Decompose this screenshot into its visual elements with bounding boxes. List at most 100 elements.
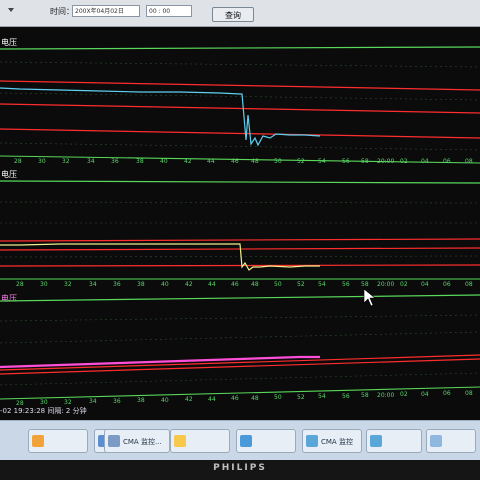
svg-text:40: 40 bbox=[161, 397, 169, 404]
svg-text:42: 42 bbox=[184, 158, 192, 165]
network-icon bbox=[370, 435, 382, 447]
chart-panel-1: 电压 28 30 32 34 36 38 40 42 44 46 48 50 5… bbox=[0, 37, 480, 165]
panel-2-red-limit-1 bbox=[0, 238, 480, 242]
date-field[interactable]: 200X年04月02日 bbox=[72, 5, 140, 17]
panel-1-red-limit-3 bbox=[0, 128, 480, 139]
svg-text:42: 42 bbox=[185, 396, 193, 403]
taskbar-app-3[interactable]: CMA 监控... bbox=[104, 429, 170, 453]
svg-text:44: 44 bbox=[208, 281, 216, 288]
svg-text:08: 08 bbox=[465, 281, 473, 288]
svg-text:20:00: 20:00 bbox=[377, 392, 394, 399]
svg-text:40: 40 bbox=[161, 281, 169, 288]
svg-text:52: 52 bbox=[297, 281, 305, 288]
time-label: 时间： bbox=[50, 7, 74, 16]
svg-text:48: 48 bbox=[251, 158, 259, 165]
panel-1-voltage-series bbox=[0, 87, 321, 147]
svg-text:34: 34 bbox=[89, 281, 97, 288]
svg-text:20:00: 20:00 bbox=[377, 158, 394, 165]
panel-3-red-limit-1 bbox=[0, 354, 480, 371]
chart-icon bbox=[108, 435, 120, 447]
folder-icon bbox=[430, 435, 442, 447]
taskbar-app-1[interactable] bbox=[28, 429, 88, 453]
panel-2-red-limit-3 bbox=[0, 264, 480, 267]
panel-3-lower-green-line bbox=[0, 386, 480, 400]
query-button[interactable]: 查询 bbox=[212, 7, 254, 22]
panel-1-red-limit-1 bbox=[0, 80, 480, 91]
svg-text:50: 50 bbox=[274, 281, 282, 288]
svg-text:32: 32 bbox=[62, 158, 70, 165]
panel-1-lower-green-line bbox=[0, 155, 480, 164]
svg-text:40: 40 bbox=[160, 158, 168, 165]
taskbar-app-4[interactable] bbox=[170, 429, 230, 453]
svg-text:50: 50 bbox=[274, 158, 282, 165]
window-icon bbox=[240, 435, 252, 447]
svg-text:08: 08 bbox=[465, 158, 473, 165]
svg-text:04: 04 bbox=[421, 281, 429, 288]
panel-3-red-limit-2 bbox=[0, 358, 480, 375]
panel-2-title: 电压 bbox=[1, 169, 17, 179]
svg-text:04: 04 bbox=[421, 158, 429, 165]
svg-text:56: 56 bbox=[342, 158, 350, 165]
svg-text:20:00: 20:00 bbox=[377, 281, 394, 288]
taskbar-app-5[interactable] bbox=[236, 429, 296, 453]
photo-icon bbox=[174, 435, 186, 447]
svg-text:44: 44 bbox=[208, 396, 216, 403]
status-bar: -02 19:23:28 间隔: 2 分钟 bbox=[0, 407, 87, 415]
svg-text:02: 02 bbox=[400, 281, 408, 288]
network-icon bbox=[306, 435, 318, 447]
svg-text:46: 46 bbox=[231, 158, 239, 165]
svg-text:54: 54 bbox=[318, 281, 326, 288]
svg-text:04: 04 bbox=[421, 391, 429, 398]
svg-text:58: 58 bbox=[361, 158, 369, 165]
svg-text:46: 46 bbox=[231, 281, 239, 288]
svg-text:06: 06 bbox=[443, 390, 451, 397]
svg-text:34: 34 bbox=[87, 158, 95, 165]
toolbar: 时间： 200X年04月02日 00 : 00 查询 bbox=[0, 0, 480, 27]
svg-text:28: 28 bbox=[14, 158, 22, 165]
mouse-cursor-icon bbox=[363, 288, 376, 307]
panel-1-upper-green-line bbox=[0, 46, 480, 50]
svg-text:38: 38 bbox=[136, 158, 144, 165]
panel-1-title: 电压 bbox=[1, 37, 17, 47]
svg-text:50: 50 bbox=[274, 394, 282, 401]
svg-text:52: 52 bbox=[297, 394, 305, 401]
svg-text:42: 42 bbox=[185, 281, 193, 288]
svg-text:06: 06 bbox=[443, 281, 451, 288]
panel-3-upper-green-line bbox=[0, 294, 480, 302]
chart-area: 电压 28 30 32 34 36 38 40 42 44 46 48 50 5… bbox=[0, 27, 480, 425]
svg-text:02: 02 bbox=[400, 391, 408, 398]
taskbar-app-6[interactable]: CMA 监控 bbox=[302, 429, 362, 453]
svg-text:28: 28 bbox=[16, 281, 24, 288]
svg-text:52: 52 bbox=[297, 158, 305, 165]
panel-2-upper-green-line bbox=[0, 180, 480, 184]
svg-text:58: 58 bbox=[361, 281, 369, 288]
chart-panel-2: 电压 28 30 32 34 36 38 40 42 44 46 48 50 5… bbox=[0, 169, 480, 288]
svg-text:58: 58 bbox=[361, 392, 369, 399]
svg-text:02: 02 bbox=[400, 158, 408, 165]
taskbar-app-8[interactable] bbox=[426, 429, 476, 453]
svg-text:38: 38 bbox=[137, 397, 145, 404]
svg-text:08: 08 bbox=[465, 390, 473, 397]
taskbar-app-7[interactable] bbox=[366, 429, 422, 453]
app-icon bbox=[32, 435, 44, 447]
svg-text:46: 46 bbox=[231, 395, 239, 402]
svg-text:32: 32 bbox=[64, 281, 72, 288]
chart-panel-3: 电压 28 30 32 34 36 38 40 42 44 46 48 50 5… bbox=[0, 293, 480, 407]
panel-1-red-limit-2 bbox=[0, 103, 480, 114]
panel-2-x-ticks: 28 30 32 34 36 38 40 42 44 46 48 50 52 5… bbox=[16, 281, 473, 288]
svg-text:38: 38 bbox=[137, 281, 145, 288]
svg-text:44: 44 bbox=[207, 158, 215, 165]
svg-text:36: 36 bbox=[113, 281, 121, 288]
monitor-brand: PHILIPS bbox=[213, 463, 267, 473]
svg-text:30: 30 bbox=[38, 158, 46, 165]
dropdown-icon[interactable] bbox=[6, 5, 16, 19]
svg-text:48: 48 bbox=[251, 281, 259, 288]
svg-text:56: 56 bbox=[342, 393, 350, 400]
svg-text:06: 06 bbox=[443, 158, 451, 165]
taskbar: CMA 监控... CMA 监控 bbox=[0, 420, 480, 461]
svg-text:30: 30 bbox=[40, 281, 48, 288]
time-field[interactable]: 00 : 00 bbox=[146, 5, 192, 17]
svg-text:54: 54 bbox=[318, 158, 326, 165]
svg-text:36: 36 bbox=[111, 158, 119, 165]
svg-text:54: 54 bbox=[318, 393, 326, 400]
